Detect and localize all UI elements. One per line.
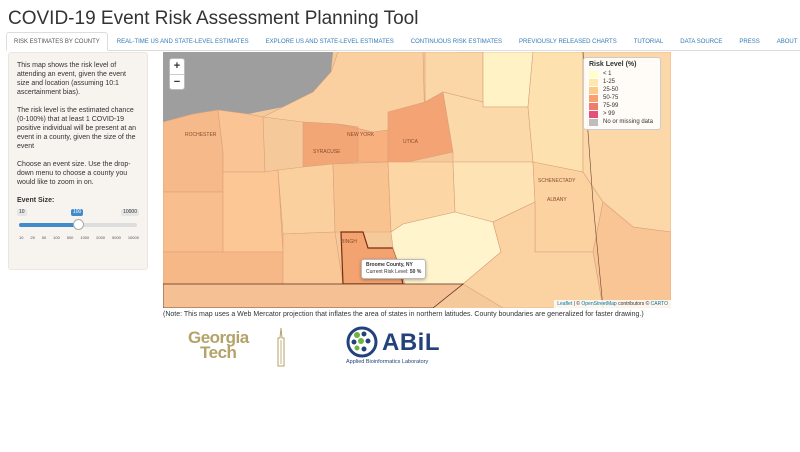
event-size-label: Event Size:: [17, 197, 55, 204]
slider-fill: [19, 223, 77, 227]
sidebar-panel: This map shows the risk level of attendi…: [8, 52, 148, 270]
abil-wordmark: ABiL: [382, 329, 440, 356]
leaflet-link[interactable]: Leaflet: [557, 301, 572, 307]
legend-swatch: [589, 78, 598, 86]
map-attribution: Leaflet | © OpenStreetMap contributors ©…: [554, 300, 671, 308]
sidebar-instructions: Choose an event size. Use the drop-down …: [17, 161, 131, 186]
county-risk-map[interactable]: ROCHESTER SYRACUSE NEW YORK UTICA SCHENE…: [163, 52, 671, 308]
legend-swatch: [589, 94, 598, 102]
app-title: COVID-19 Event Risk Assessment Planning …: [8, 8, 419, 29]
slider-tick: 10: [19, 235, 24, 240]
slider-tick: 2000: [96, 235, 106, 240]
slider-tick: 10000: [127, 235, 139, 240]
tooltip-risk-label: Current Risk Level:: [366, 269, 409, 275]
tab-real-time-estimates[interactable]: REAL-TIME US AND STATE-LEVEL ESTIMATES: [109, 32, 257, 51]
tab-about[interactable]: ABOUT: [769, 32, 800, 51]
tab-previously-released-charts[interactable]: PREVIOUSLY RELEASED CHARTS: [511, 32, 625, 51]
tab-bar: RISK ESTIMATES BY COUNTY REAL-TIME US AN…: [6, 32, 800, 51]
legend-item: < 1: [589, 70, 655, 78]
event-size-slider[interactable]: 10 100 10000 10 25 50 100 500 1000 2000 …: [17, 209, 139, 247]
legend-swatch: [589, 110, 598, 118]
legend-label: 1-25: [603, 79, 616, 85]
tooltip-county-name: Broome County, NY: [366, 262, 413, 268]
legend-label: 75-99: [603, 103, 619, 109]
slider-tick: 100: [53, 235, 60, 240]
city-label-binghamton: BINGH: [341, 239, 357, 245]
legend-item: No or missing data: [589, 118, 655, 126]
city-label-new-york: NEW YORK: [347, 132, 375, 138]
legend-label: No or missing data: [603, 119, 654, 125]
partner-logos: Georgia Tech ABiL Applied Bioinformatics…: [188, 326, 488, 371]
tab-continuous-risk-estimates[interactable]: CONTINUOUS RISK ESTIMATES: [403, 32, 510, 51]
legend-item: 50-75: [589, 94, 655, 102]
slider-handle[interactable]: [73, 219, 84, 230]
city-label-rochester: ROCHESTER: [185, 132, 217, 138]
abil-logo[interactable]: ABiL Applied Bioinformatics Laboratory: [346, 326, 440, 365]
zoom-in-button[interactable]: +: [170, 59, 184, 74]
slider-tick: 500: [66, 235, 74, 240]
tooltip-risk-value: 50 %: [409, 269, 422, 275]
legend-swatch: [589, 102, 598, 110]
sidebar-risk-explanation: The risk level is the estimated chance (…: [17, 107, 137, 150]
carto-link[interactable]: CARTO: [651, 301, 668, 307]
legend-item: 25-50: [589, 86, 655, 94]
tech-tower-icon: [277, 328, 285, 367]
tab-press[interactable]: PRESS: [731, 32, 767, 51]
zoom-out-button[interactable]: −: [170, 74, 184, 89]
legend-title: Risk Level (%): [589, 61, 637, 68]
sidebar-description: This map shows the risk level of attendi…: [17, 62, 126, 96]
zoom-control: + −: [169, 58, 185, 90]
county-tooltip: Broome County, NY Current Risk Level: 50…: [361, 259, 427, 279]
slider-max-label: 10000: [121, 209, 139, 216]
slider-value-label: 100: [71, 209, 84, 216]
legend-label: < 1: [603, 71, 612, 77]
slider-ticks: 10 25 50 100 500 1000 2000 5000 10000: [19, 233, 139, 242]
dna-circle-icon: [346, 326, 378, 358]
legend-label: 50-75: [603, 95, 619, 101]
city-label-schenectady: SCHENECTADY: [538, 178, 576, 184]
attribution-separator: | ©: [572, 301, 582, 307]
tab-tutorial[interactable]: TUTORIAL: [626, 32, 672, 51]
city-label-albany: ALBANY: [547, 197, 567, 203]
tab-explore-estimates[interactable]: EXPLORE US AND STATE-LEVEL ESTIMATES: [258, 32, 402, 51]
slider-tick: 1000: [80, 235, 90, 240]
projection-note: (Note: This map uses a Web Mercator proj…: [163, 311, 644, 318]
legend-item: 75-99: [589, 102, 655, 110]
attribution-contributors: contributors ©: [616, 301, 651, 307]
slider-tick: 50: [41, 235, 47, 240]
legend-swatch: [589, 86, 598, 94]
georgia-tech-logo[interactable]: Georgia Tech: [188, 329, 249, 362]
city-label-syracuse: SYRACUSE: [313, 149, 341, 155]
slider-min-label: 10: [17, 209, 27, 216]
abil-subtitle: Applied Bioinformatics Laboratory: [346, 359, 429, 365]
openstreetmap-link[interactable]: OpenStreetMap: [581, 301, 616, 307]
legend-item: > 99: [589, 110, 655, 118]
slider-tick: 25: [30, 235, 35, 240]
slider-tick: 5000: [112, 235, 121, 240]
legend-swatch: [589, 70, 598, 78]
legend-label: 25-50: [603, 87, 619, 93]
gt-logo-line2: Tech: [200, 343, 237, 362]
risk-legend: Risk Level (%) < 1 1-25 25-50 50-75 75-9…: [583, 57, 661, 130]
city-label-utica: UTICA: [403, 139, 418, 145]
tab-risk-estimates-by-county[interactable]: RISK ESTIMATES BY COUNTY: [6, 32, 108, 51]
tab-data-source[interactable]: DATA SOURCE: [672, 32, 730, 51]
legend-swatch: [589, 118, 598, 126]
legend-label: > 99: [603, 111, 615, 117]
legend-item: 1-25: [589, 78, 655, 86]
